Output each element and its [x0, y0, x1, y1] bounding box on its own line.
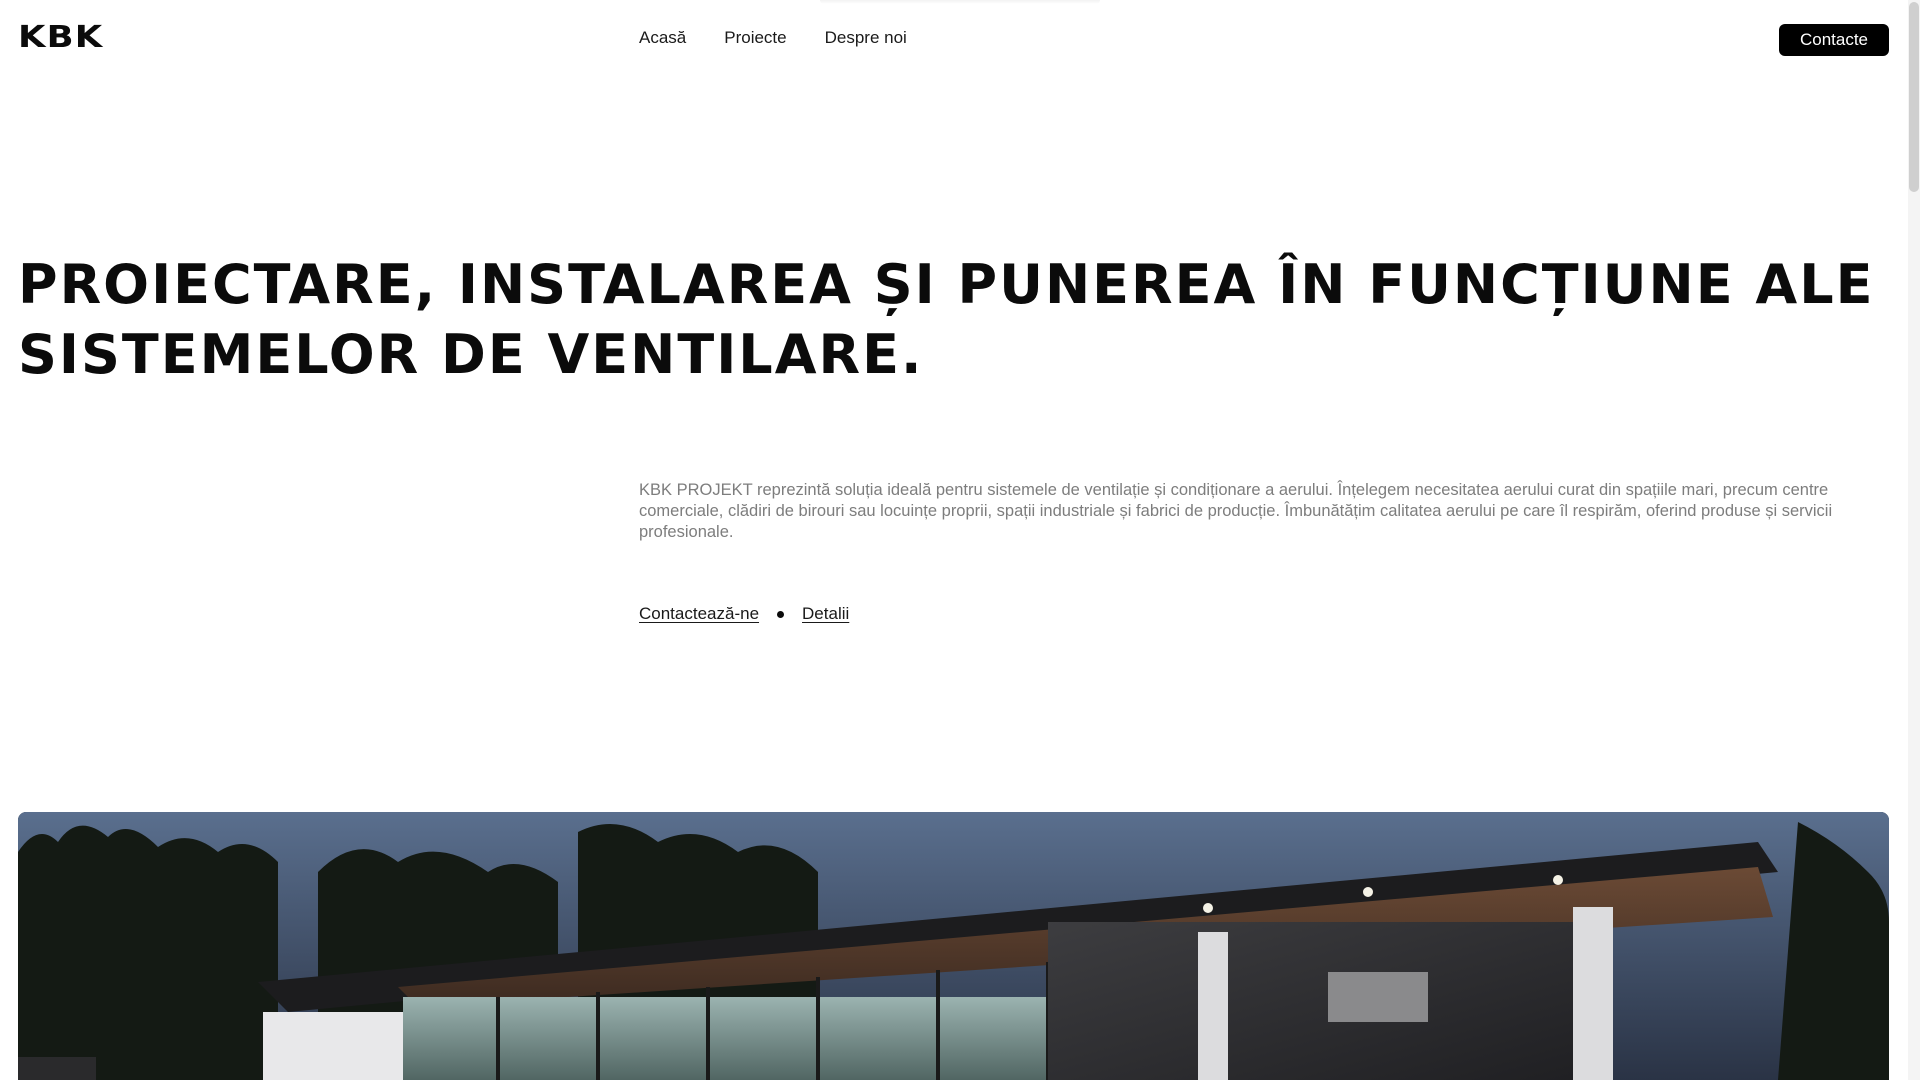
nav-item-despre-noi[interactable]: Despre noi — [825, 28, 907, 48]
hero-title: PROIECTARE, INSTALAREA ȘI PUNEREA ÎN FUN… — [18, 250, 1898, 390]
logo[interactable]: KBK — [18, 20, 103, 55]
hero-description: KBK PROJEKT reprezintă soluția ideală pe… — [639, 481, 1833, 541]
hero-title-line-2: SISTEMELOR DE VENTILARE. — [18, 323, 924, 386]
hero-links: Contactează-ne Detalii — [639, 604, 849, 624]
hero-house-image — [18, 812, 1889, 1080]
header-top-shadow — [820, 0, 1100, 4]
contact-us-link[interactable]: Contactează-ne — [639, 604, 759, 624]
scrollbar-thumb[interactable] — [1909, 2, 1919, 192]
main-nav: Acasă Proiecte Despre noi — [639, 28, 907, 48]
nav-item-acasa[interactable]: Acasă — [639, 28, 686, 48]
details-link[interactable]: Detalii — [802, 604, 849, 624]
contact-button[interactable]: Contacte — [1779, 24, 1889, 56]
nav-item-proiecte[interactable]: Proiecte — [724, 28, 786, 48]
hero-title-line-1: PROIECTARE, INSTALAREA ȘI PUNEREA ÎN FUN… — [18, 253, 1875, 316]
house-render-graphic — [18, 812, 1889, 1080]
separator-dot-icon — [777, 610, 785, 618]
site-header: KBK Acasă Proiecte Despre noi Contacte — [0, 0, 1920, 80]
